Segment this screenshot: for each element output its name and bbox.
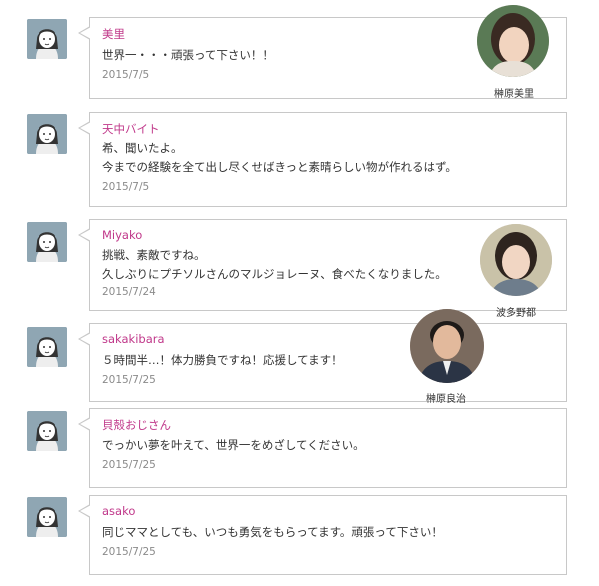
photo-caption: 榊原美里 bbox=[494, 89, 534, 100]
comment-date: 2015/7/25 bbox=[102, 459, 156, 471]
comment-author: 天中バイト bbox=[102, 122, 160, 136]
comment-author: 美里 bbox=[102, 27, 125, 41]
comment-date: 2015/7/5 bbox=[102, 69, 150, 81]
comment-author: 貝殻おじさん bbox=[102, 418, 171, 432]
comment-bubble: sakakibara ５時間半…！体力勝負ですね！応援してます！ 2015/7/… bbox=[78, 323, 567, 402]
comment-text: 久しぶりにプチソルさんのマルジョレーヌ、食べたくなりました。 bbox=[102, 267, 447, 281]
user-avatar-icon bbox=[27, 411, 67, 451]
comment-date: 2015/7/25 bbox=[102, 546, 156, 558]
comment-author: sakakibara bbox=[102, 332, 165, 346]
user-avatar-icon bbox=[27, 114, 67, 154]
comment-text: ５時間半…！体力勝負ですね！応援してます！ bbox=[102, 353, 343, 367]
comment-date: 2015/7/24 bbox=[102, 286, 156, 298]
comment-bubble: 貝殻おじさん でっかい夢を叶えて、世界一をめざしてください。 2015/7/25 bbox=[78, 408, 567, 488]
user-avatar-icon bbox=[27, 497, 67, 537]
user-avatar-icon bbox=[27, 19, 67, 59]
photo-caption: 波多野都 bbox=[496, 308, 536, 319]
character-photo bbox=[477, 5, 549, 77]
comment-bubble: asako 同じママとしても、いつも勇気をもらってます。頑張って下さい！ 201… bbox=[78, 495, 567, 575]
comment-date: 2015/7/25 bbox=[102, 374, 156, 386]
comment-text: 今までの経験を全て出し尽くせばきっと素晴らしい物が作れるはず。 bbox=[102, 160, 457, 174]
comment-author: asako bbox=[102, 504, 136, 518]
comment-text: 世界一・・・頑張って下さい！！ bbox=[102, 48, 274, 62]
comment-text: でっかい夢を叶えて、世界一をめざしてください。 bbox=[102, 438, 365, 452]
comment-text: 同じママとしても、いつも勇気をもらってます。頑張って下さい！ bbox=[102, 525, 443, 539]
character-photo bbox=[480, 224, 552, 296]
photo-caption: 榊原良治 bbox=[426, 394, 466, 405]
character-photo bbox=[410, 309, 484, 383]
comment-bubble: 天中バイト 希、聞いたよ。 今までの経験を全て出し尽くせばきっと素晴らしい物が作… bbox=[78, 112, 567, 207]
user-avatar-icon bbox=[27, 222, 67, 262]
comment-text: 希、聞いたよ。 bbox=[102, 141, 183, 155]
comment-text: 挑戦、素敵ですね。 bbox=[102, 248, 206, 262]
user-avatar-icon bbox=[27, 327, 67, 367]
comment-date: 2015/7/5 bbox=[102, 181, 150, 193]
comment-author: Miyako bbox=[102, 228, 143, 242]
